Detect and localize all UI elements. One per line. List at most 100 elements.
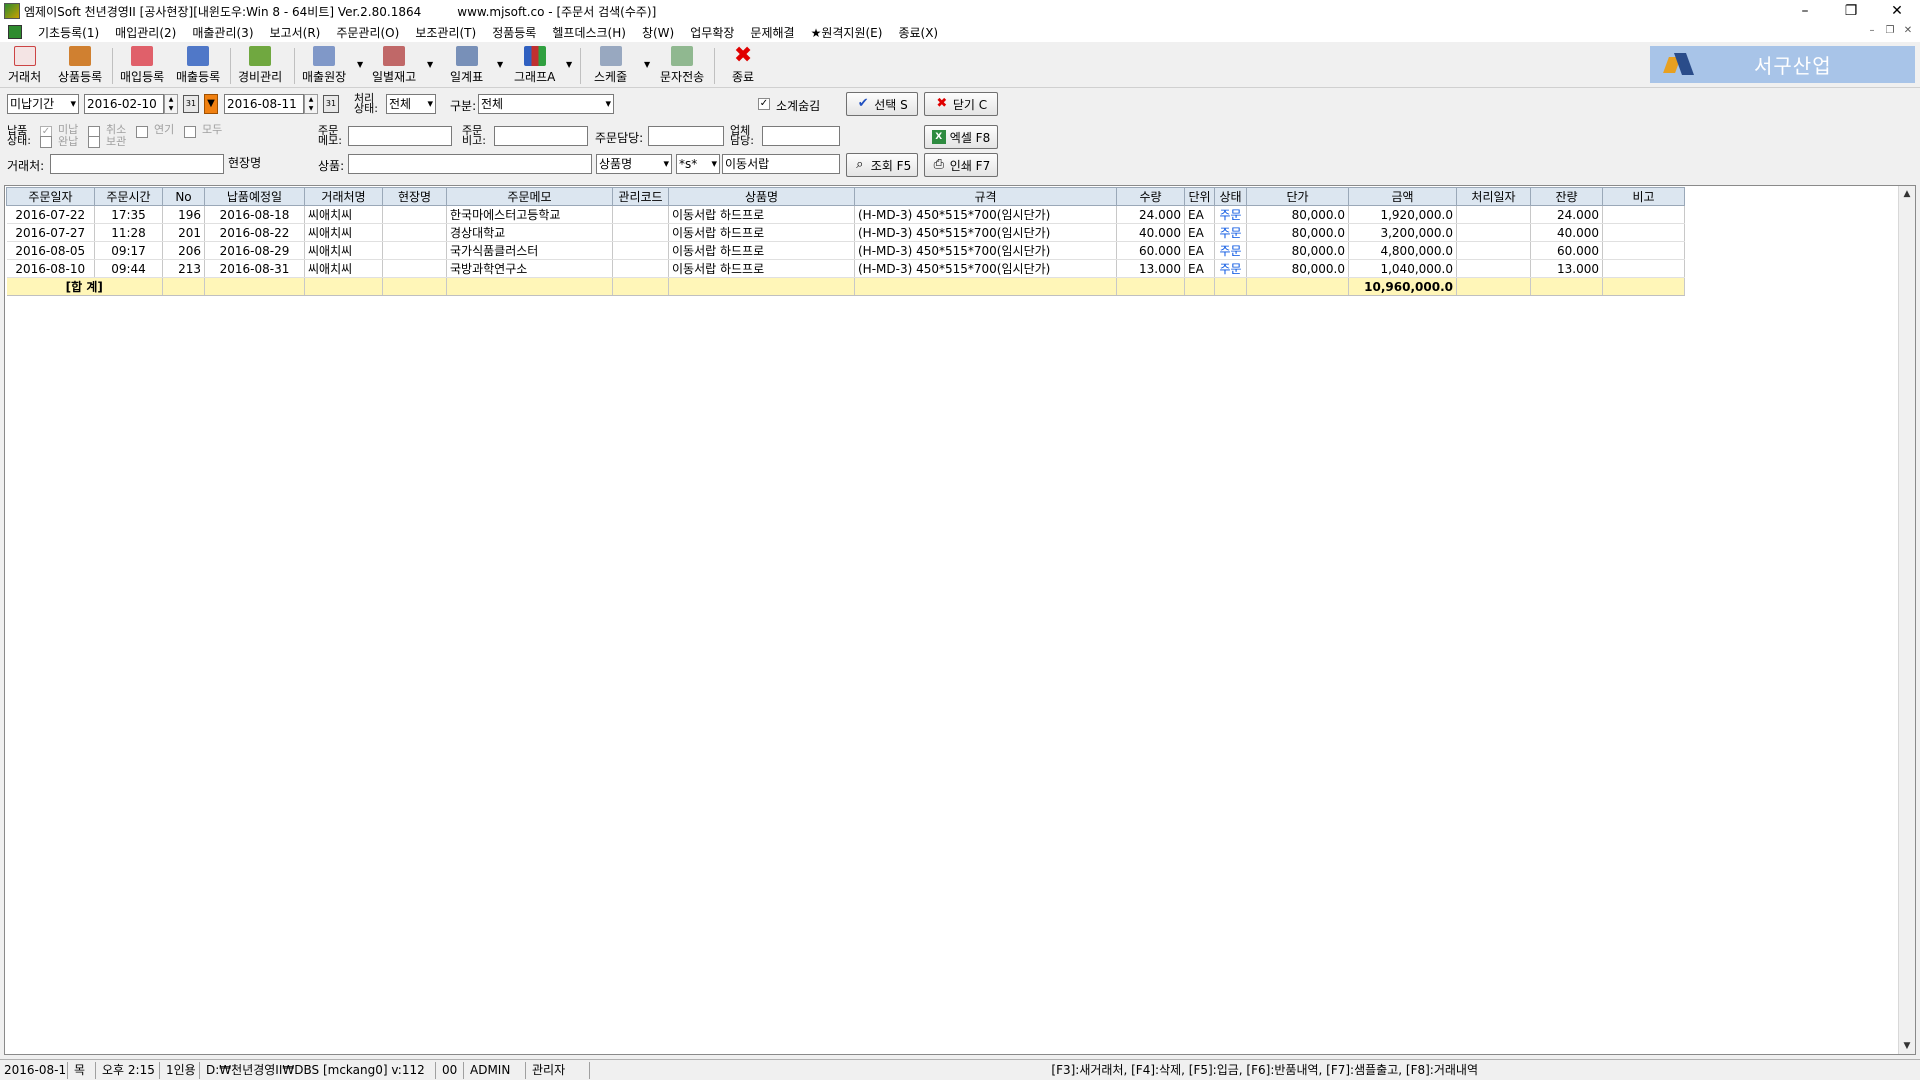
col-remaining[interactable]: 잔량 [1530,187,1603,206]
mdi-restore-button[interactable]: ❐ [1882,25,1898,39]
col-order-date[interactable]: 주문일자 [6,187,95,206]
product-search-input[interactable]: 이동서랍 [722,154,840,174]
toolbar-exit-button[interactable]: ✖ 종료 [732,45,754,86]
toolbar-sales-ledger-button[interactable]: 매출원장 [302,46,346,86]
match-mode-select[interactable]: *s* [676,154,720,174]
order-grid[interactable]: 주문일자 주문시간 No 납품예정일 거래처명 현장명 주문메모 관리코드 상품… [4,185,1916,1055]
toolbar-product-button[interactable]: 상품등록 [58,46,102,86]
toolbar-sms-button[interactable]: 문자전송 [660,46,704,86]
client-input[interactable] [50,154,224,174]
toolbar: 거래처 상품등록 매입등록 매출등록 경비관리 매출원장 ▼ 일별재고 ▼ 일계… [0,42,1920,88]
toolbar-schedule-button[interactable]: 스케줄 [594,46,627,86]
col-no[interactable]: No [162,187,205,206]
toolbar-daily-stock-button[interactable]: 일별재고 [372,46,416,86]
select-button[interactable]: ✔ 선택 S [846,92,918,116]
category-select[interactable]: 전체 [478,94,614,114]
menu-aux[interactable]: 보조관리(T) [407,24,484,41]
brand-name: 서구산업 [1754,54,1832,78]
sales-ledger-dropdown-icon[interactable]: ▼ [357,60,363,69]
col-process-date[interactable]: 처리일자 [1456,187,1531,206]
vertical-scrollbar[interactable]: ▲ ▼ [1898,186,1915,1054]
menu-helpdesk[interactable]: 헬프데스크(H) [544,24,634,41]
col-amount[interactable]: 금액 [1348,187,1457,206]
date-from-calendar-icon[interactable]: 31 [183,95,199,113]
col-product[interactable]: 상품명 [668,187,855,206]
menu-orders[interactable]: 주문관리(O) [328,24,407,41]
col-client[interactable]: 거래처명 [304,187,383,206]
toolbar-sales-button[interactable]: 매출등록 [176,46,220,86]
col-unit[interactable]: 단위 [1184,187,1215,206]
close-panel-button[interactable]: ✖ 닫기 C [924,92,998,116]
period-type-select[interactable]: 미납기간 [7,94,79,114]
order-memo-label: 주문 메모: [318,124,342,147]
daily-report-dropdown-icon[interactable]: ▼ [497,60,503,69]
col-site[interactable]: 현장명 [382,187,447,206]
menu-purchase[interactable]: 매입관리(2) [107,24,184,41]
scroll-down-icon[interactable]: ▼ [1899,1038,1915,1054]
site-name-field[interactable]: 현장명 [226,154,292,174]
col-mgmt-code[interactable]: 관리코드 [612,187,669,206]
menu-exit[interactable]: 종료(X) [890,24,946,41]
date-from-spinner[interactable]: ▲ ▼ [164,94,178,114]
order-note-input[interactable] [494,126,588,146]
table-row[interactable]: 2016-08-05 09:17 206 2016-08-29 씨애치씨 국가식… [6,241,1685,260]
col-order-memo[interactable]: 주문메모 [446,187,613,206]
toolbar-expense-button[interactable]: 경비관리 [238,46,282,86]
table-row[interactable]: 2016-07-27 11:28 201 2016-08-22 씨애치씨 경상대… [6,223,1685,242]
subtotal-hide-checkbox[interactable]: ✓ [758,98,770,110]
date-to-input[interactable]: 2016-08-11 [224,94,304,114]
search-button[interactable]: ⌕ 조회 F5 [846,153,918,177]
col-status[interactable]: 상태 [1214,187,1247,206]
toolbar-client-button[interactable]: 거래처 [8,46,41,86]
date-to-calendar-icon[interactable]: 31 [323,95,339,113]
restore-button[interactable]: ❐ [1828,0,1874,22]
biz-manager-input[interactable] [762,126,840,146]
hold-checkbox[interactable] [88,136,100,148]
process-status-select[interactable]: 전체 [386,94,436,114]
product-field-select[interactable]: 상품명 [596,154,672,174]
table-row[interactable]: 2016-08-10 09:44 213 2016-08-31 씨애치씨 국방과… [6,259,1685,278]
mdi-doc-icon[interactable] [8,25,22,39]
table-row[interactable]: 2016-07-22 17:35 196 2016-08-18 씨애치씨 한국마… [6,205,1685,224]
col-delivery-date[interactable]: 납품예정일 [204,187,305,206]
order-memo-input[interactable] [348,126,452,146]
date-range-toggle-icon[interactable]: ▼ [204,94,218,114]
menu-window[interactable]: 창(W) [634,24,682,41]
col-spec[interactable]: 규격 [854,187,1117,206]
minimize-button[interactable]: – [1782,0,1828,22]
close-window-button[interactable]: ✕ [1874,0,1920,22]
col-unit-price[interactable]: 단가 [1246,187,1349,206]
scroll-up-icon[interactable]: ▲ [1899,186,1915,202]
toolbar-schedule-label: 스케줄 [594,70,628,84]
order-manager-input[interactable] [648,126,724,146]
mdi-minimize-button[interactable]: – [1864,25,1880,39]
all-checkbox[interactable] [184,126,196,138]
toolbar-daily-report-button[interactable]: 일계표 [450,46,483,86]
menu-basic-registration[interactable]: 기초등록(1) [30,24,107,41]
menu-troubleshoot[interactable]: 문제해결 [742,24,802,41]
excel-button[interactable]: X 엑셀 F8 [924,125,998,149]
menu-sales[interactable]: 매출관리(3) [184,24,261,41]
schedule-dropdown-icon[interactable]: ▼ [644,60,650,69]
toolbar-purchase-button[interactable]: 매입등록 [120,46,164,86]
col-qty[interactable]: 수량 [1116,187,1185,206]
daily-stock-dropdown-icon[interactable]: ▼ [427,60,433,69]
col-order-time[interactable]: 주문시간 [94,187,163,206]
print-button[interactable]: ⎙ 인쇄 F7 [924,153,998,177]
product-input[interactable] [348,154,592,174]
complete-checkbox[interactable] [40,136,52,148]
graph-dropdown-icon[interactable]: ▼ [566,60,572,69]
menu-reports[interactable]: 보고서(R) [262,24,329,41]
cell-status: 주문 [1214,205,1247,224]
delay-checkbox[interactable] [136,126,148,138]
total-empty-cell [1116,277,1185,296]
date-to-spinner[interactable]: ▲ ▼ [304,94,318,114]
menu-extensions[interactable]: 업무확장 [682,24,742,41]
menu-remote-support[interactable]: ★원격지원(E) [803,24,891,41]
menu-license[interactable]: 정품등록 [484,24,544,41]
date-from-input[interactable]: 2016-02-10 [84,94,164,114]
col-note[interactable]: 비고 [1602,187,1685,206]
mdi-close-button[interactable]: ✕ [1900,25,1916,39]
toolbar-sales-ledger-label: 매출원장 [302,70,347,84]
toolbar-graph-button[interactable]: 그래프A [514,46,555,86]
